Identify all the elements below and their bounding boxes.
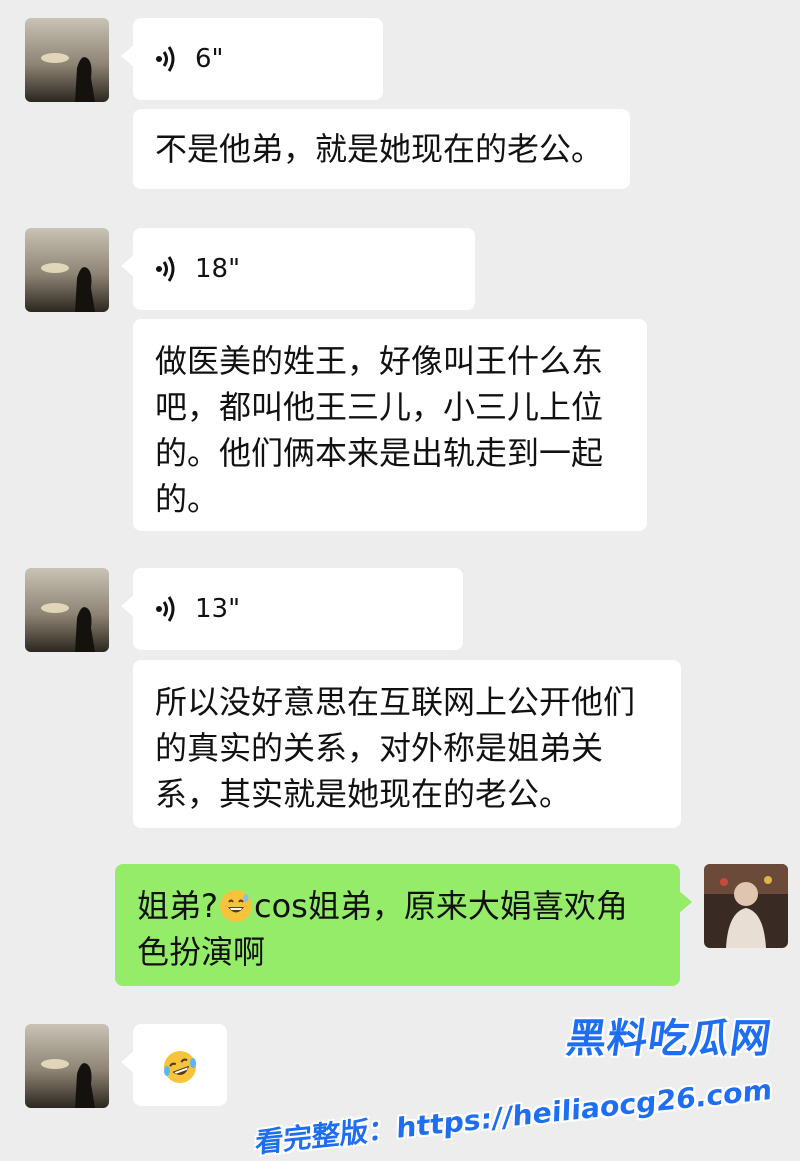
message-line: 色扮演啊	[137, 933, 266, 971]
message-text-part: cos姐弟，原来大娟喜欢角	[254, 887, 628, 925]
text-message-bubble[interactable]: 做医美的姓王，好像叫王什么东 吧，都叫他王三儿，小三儿上位 的。他们俩本来是出轨…	[133, 319, 647, 531]
message-line: 做医美的姓王，好像叫王什么东	[155, 342, 604, 380]
contact-avatar[interactable]	[25, 228, 109, 312]
emoji-message-bubble[interactable]	[121, 1024, 227, 1106]
sunset-beach-avatar-image	[25, 18, 109, 102]
contact-avatar[interactable]	[25, 568, 109, 652]
message-line: 的真实的关系，对外称是姐弟关	[155, 729, 604, 767]
photo-avatar-image	[704, 864, 788, 948]
voice-message-bubble[interactable]: 13"	[121, 568, 463, 650]
message-text-part: 姐弟?	[137, 887, 218, 925]
voice-duration: 6"	[195, 44, 224, 74]
message-text: 不是他弟，就是她现在的老公。	[155, 130, 604, 168]
grinning-sweat-emoji-icon	[220, 890, 252, 922]
text-message-bubble[interactable]: 所以没好意思在互联网上公开他们 的真实的关系，对外称是姐弟关 系，其实就是她现在…	[133, 660, 681, 828]
my-text-message-bubble[interactable]: 姐弟? cos姐弟，原来大娟喜欢角 色扮演啊	[115, 864, 692, 986]
voice-wave-icon	[155, 44, 179, 74]
watermark-url: 看完整版：https://heiliaocg26.com	[254, 1073, 773, 1160]
voice-duration: 18"	[195, 254, 241, 284]
contact-avatar[interactable]	[25, 1024, 109, 1108]
voice-wave-icon	[155, 254, 179, 284]
sunset-beach-avatar-image	[25, 1024, 109, 1108]
my-avatar[interactable]	[704, 864, 788, 948]
voice-duration: 13"	[195, 594, 241, 624]
text-message-bubble[interactable]: 不是他弟，就是她现在的老公。	[133, 109, 630, 189]
contact-avatar[interactable]	[25, 18, 109, 102]
voice-message-bubble[interactable]: 6"	[121, 18, 383, 100]
sunset-beach-avatar-image	[25, 228, 109, 312]
message-line: 所以没好意思在互联网上公开他们	[155, 683, 636, 721]
voice-wave-icon	[155, 594, 179, 624]
watermark-brand: 黑料吃瓜网	[563, 1016, 775, 1062]
message-line: 的。	[155, 480, 220, 518]
message-line: 系，其实就是她现在的老公。	[155, 775, 572, 813]
message-line: 的。他们俩本来是出轨走到一起	[155, 434, 604, 472]
sunset-beach-avatar-image	[25, 568, 109, 652]
message-line: 吧，都叫他王三儿，小三儿上位	[155, 388, 604, 426]
laughing-crying-emoji-icon	[162, 1049, 198, 1085]
watermark: 黑料吃瓜网 看完整版：https://heiliaocg26.com	[254, 1006, 774, 1159]
message-line: 姐弟? cos姐弟，原来大娟喜欢角	[137, 883, 658, 929]
voice-message-bubble[interactable]: 18"	[121, 228, 475, 310]
